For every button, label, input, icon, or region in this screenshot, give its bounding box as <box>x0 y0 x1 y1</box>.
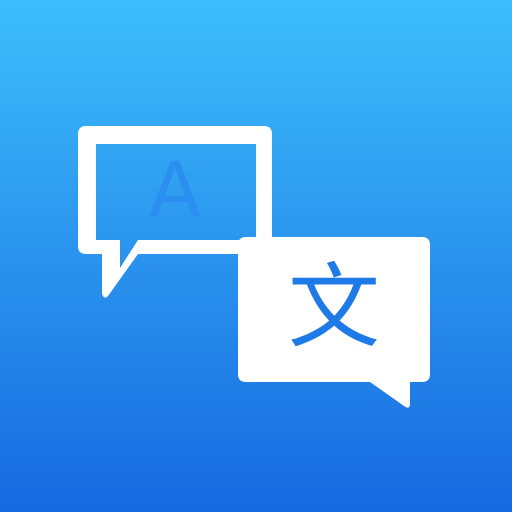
source-letter: A <box>149 145 201 234</box>
target-letter: 文 <box>287 254 380 361</box>
translate-app-icon[interactable]: A 文 <box>0 0 512 512</box>
